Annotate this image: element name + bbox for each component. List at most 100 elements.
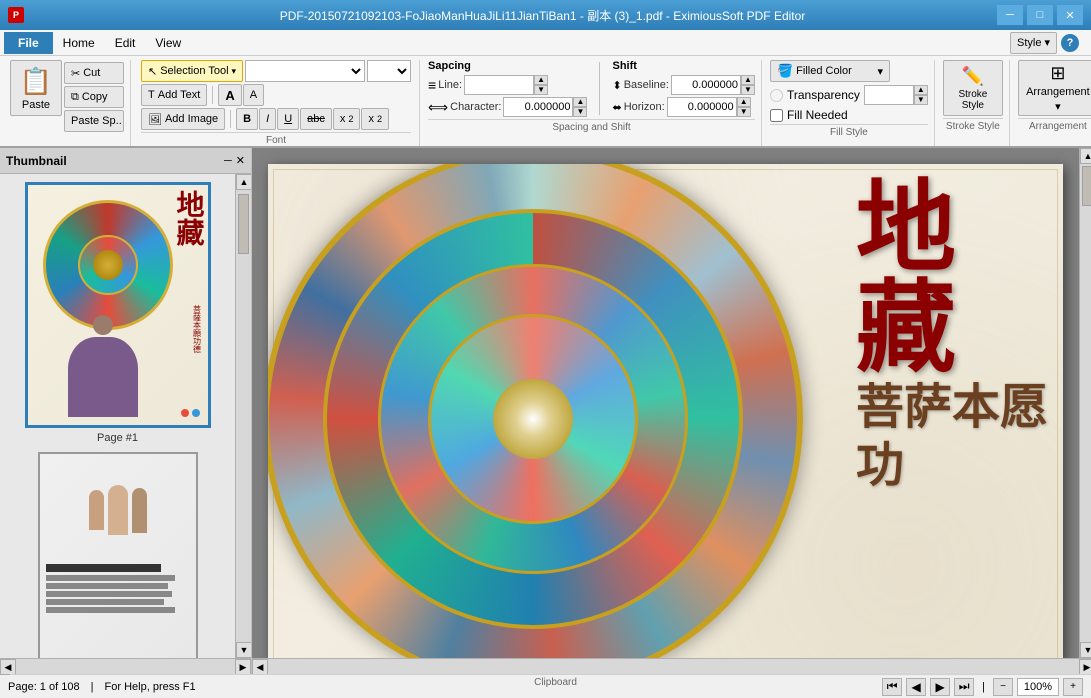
main-h-left[interactable]: ◀ (252, 659, 268, 675)
mandala-container (268, 164, 858, 658)
transparency-down-button[interactable]: ▼ (914, 95, 928, 105)
clipboard-group: 📋 Paste ✂ Cut ⧉ Copy Paste Sp.. Clipboar… (4, 60, 131, 146)
thumbnail-controls: ─ ✕ (224, 154, 245, 167)
superscript-button[interactable]: x2 (361, 108, 389, 130)
cut-button[interactable]: ✂ Cut (64, 62, 124, 84)
close-button[interactable]: ✕ (1057, 5, 1083, 25)
copy-button[interactable]: ⧉ Copy (64, 86, 124, 108)
subscript-button[interactable]: x2 (333, 108, 361, 130)
line-input[interactable] (464, 75, 534, 95)
edit-group-label: Font (141, 132, 411, 146)
baseline-label: Baseline: (624, 79, 669, 91)
stroke-group-label: Stroke Style (943, 118, 1003, 132)
cursor-icon: ↖ (148, 65, 157, 78)
thumbnail-panel: Thumbnail ─ ✕ 地藏 菩薩本願功德 (0, 148, 252, 674)
main-vscroll[interactable]: ▲ ▼ (1079, 148, 1091, 658)
chinese-text-right: 地 藏 菩萨本愿 功 (856, 179, 1048, 494)
selection-tool-button[interactable]: ↖ Selection Tool ▾ (141, 60, 243, 82)
character-up-button[interactable]: ▲ (573, 97, 587, 107)
copy-label: Copy (82, 91, 108, 103)
paste-icon: 📋 (20, 66, 52, 97)
main-h-track (268, 659, 1079, 674)
transparency-input[interactable] (864, 85, 914, 105)
thumbnail-pin-button[interactable]: ─ (224, 154, 232, 167)
fill-needed-checkbox[interactable] (770, 109, 783, 122)
pdf-scroll-area: 地 藏 菩萨本愿 功 ▲ ▼ (252, 148, 1091, 658)
baseline-icon: ⬍ (612, 79, 621, 92)
pdf-area[interactable]: 地 藏 菩萨本愿 功 (252, 148, 1079, 658)
view-menu-item[interactable]: View (145, 32, 191, 54)
thumb-scroll-up[interactable]: ▲ (236, 174, 251, 190)
transparency-up-button[interactable]: ▲ (914, 85, 928, 95)
menu-bar: File Home Edit View Style ▾ ? (0, 30, 1091, 56)
thumb-h-left[interactable]: ◀ (0, 659, 16, 675)
line-up-button[interactable]: ▲ (534, 75, 548, 85)
strikethrough-button[interactable]: abc (300, 108, 332, 130)
edit-menu-item[interactable]: Edit (105, 32, 146, 54)
paste-special-button[interactable]: Paste Sp.. (64, 110, 124, 132)
pdf-view-container: 地 藏 菩萨本愿 功 ▲ ▼ ◀ ▶ (252, 148, 1091, 674)
baseline-spinner: 0.000000 ▲ ▼ (671, 75, 755, 95)
main-scroll-up[interactable]: ▲ (1080, 148, 1091, 164)
main-h-right[interactable]: ▶ (1079, 659, 1091, 675)
font-size-select[interactable] (367, 60, 411, 82)
italic-button[interactable]: I (259, 108, 276, 130)
filled-color-arrow: ▾ (877, 65, 883, 78)
add-image-button[interactable]: 🖼 Add Image (141, 108, 225, 130)
font-family-select[interactable] (245, 60, 365, 82)
filled-color-button[interactable]: 🪣 Filled Color ▾ (770, 60, 890, 82)
thumbnail-page2[interactable]: 目录 (8, 452, 227, 658)
line-down-button[interactable]: ▼ (534, 85, 548, 95)
thumb-h-track (16, 659, 235, 674)
bold-button[interactable]: B (236, 108, 258, 130)
paste-button[interactable]: 📋 Paste (10, 60, 62, 116)
underline-button[interactable]: U (277, 108, 299, 130)
selection-dropdown-arrow: ▾ (232, 66, 237, 77)
arrangement-button[interactable]: ⊞ Arrangement ▾ (1018, 60, 1091, 116)
baseline-down-button[interactable]: ▼ (741, 85, 755, 95)
arrangement-icon: ⊞ (1050, 63, 1065, 84)
thumbnail-page1[interactable]: 地藏 菩薩本願功德 (8, 182, 227, 444)
spacing-group: Sapcing ≡ Line: ▲ ▼ (422, 60, 762, 146)
horizon-input[interactable]: 0.000000 (667, 97, 737, 117)
character-input[interactable]: 0.000000 (503, 97, 573, 117)
thumb-scroll-thumb[interactable] (238, 194, 249, 254)
thumbnail-scroll-area: 地藏 菩薩本願功德 (0, 174, 251, 658)
arrangement-arrow: ▾ (1055, 100, 1061, 113)
horizon-up-button[interactable]: ▲ (737, 97, 751, 107)
thumbnail-header: Thumbnail ─ ✕ (0, 148, 251, 174)
horizon-spinner: 0.000000 ▲ ▼ (667, 97, 751, 117)
filled-color-label: Filled Color (796, 65, 852, 77)
horizon-down-button[interactable]: ▼ (737, 107, 751, 117)
decrease-font-button[interactable]: A (243, 84, 264, 106)
filled-color-content: 🪣 Filled Color (777, 63, 852, 79)
baseline-input[interactable]: 0.000000 (671, 75, 741, 95)
shift-label: Shift (612, 60, 754, 72)
stroke-style-group: ✏️ StrokeStyle Stroke Style (937, 60, 1010, 146)
pdf-page: 地 藏 菩萨本愿 功 (268, 164, 1063, 658)
stroke-style-button[interactable]: ✏️ StrokeStyle (943, 60, 1003, 116)
thumb-h-right[interactable]: ▶ (235, 659, 251, 675)
minimize-button[interactable]: ─ (997, 5, 1023, 25)
thumb-scroll-down[interactable]: ▼ (236, 642, 251, 658)
home-menu-item[interactable]: Home (53, 32, 105, 54)
help-icon[interactable]: ? (1061, 34, 1079, 52)
cut-icon: ✂ (71, 67, 80, 80)
add-text-button[interactable]: T Add Text (141, 84, 207, 106)
window-title: PDF-20150721092103-FoJiaoManHuaJiLi11Jia… (88, 7, 997, 24)
thumbnail-hscroll: ◀ ▶ (0, 658, 251, 674)
add-text-label: Add Text (158, 89, 201, 101)
cut-label: Cut (83, 67, 100, 79)
thumbnail-close-button[interactable]: ✕ (236, 154, 245, 167)
file-menu-button[interactable]: File (4, 32, 53, 54)
style-dropdown-button[interactable]: Style ▾ (1010, 32, 1057, 54)
character-down-button[interactable]: ▼ (573, 107, 587, 117)
maximize-button[interactable]: □ (1027, 5, 1053, 25)
increase-font-button[interactable]: A (218, 84, 241, 106)
thumbnail-vscroll[interactable]: ▲ ▼ (235, 174, 251, 658)
baseline-up-button[interactable]: ▲ (741, 75, 755, 85)
mandala-outer (268, 164, 803, 658)
transparency-radio[interactable] (770, 89, 783, 102)
main-scroll-thumb[interactable] (1082, 166, 1091, 206)
main-scroll-down[interactable]: ▼ (1080, 642, 1091, 658)
